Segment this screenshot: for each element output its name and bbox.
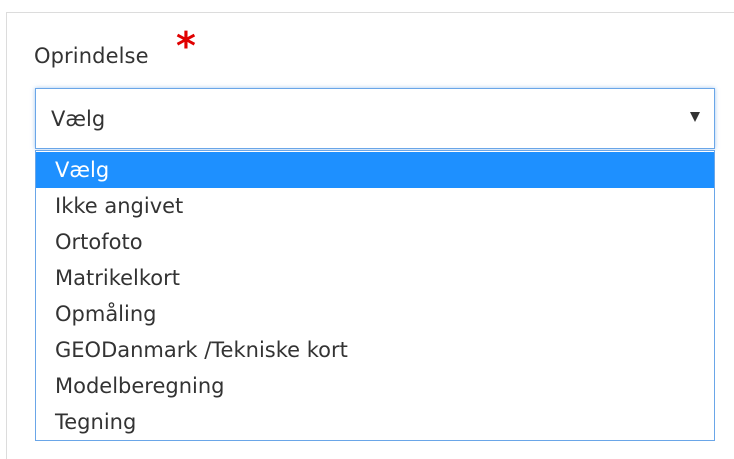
field-label: Oprindelse [34, 44, 149, 68]
dropdown-option[interactable]: Modelberegning [36, 368, 714, 404]
required-marker: * [176, 24, 196, 68]
origin-select[interactable]: Vælg [35, 88, 715, 149]
dropdown-option[interactable]: Ikke angivet [36, 188, 714, 224]
dropdown-option[interactable]: Matrikelkort [36, 260, 714, 296]
dropdown-list: Vælg Ikke angivet Ortofoto Matrikelkort … [35, 150, 715, 441]
dropdown-option[interactable]: Tegning [36, 404, 714, 440]
select-current-value: Vælg [51, 107, 106, 131]
dropdown-option[interactable]: Vælg [36, 152, 714, 188]
dropdown-option[interactable]: Opmåling [36, 296, 714, 332]
caret-down-icon [690, 112, 700, 122]
dropdown-option[interactable]: GEODanmark /Tekniske kort [36, 332, 714, 368]
dropdown-option[interactable]: Ortofoto [36, 224, 714, 260]
